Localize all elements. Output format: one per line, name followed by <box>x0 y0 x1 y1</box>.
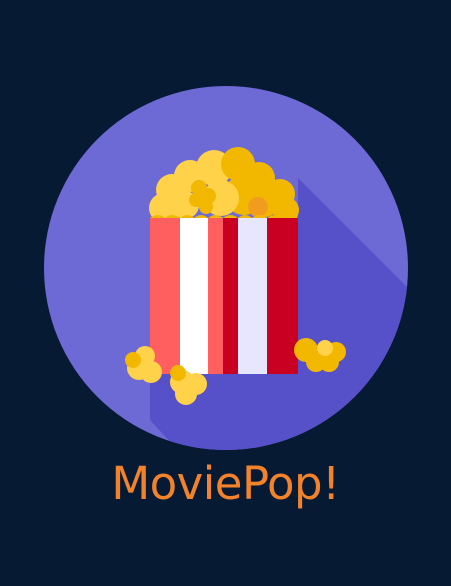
popcorn-bucket <box>150 215 298 374</box>
splash-screen: MoviePop! <box>0 0 451 586</box>
app-title: MoviePop! <box>111 457 340 510</box>
app-logo <box>44 86 408 450</box>
